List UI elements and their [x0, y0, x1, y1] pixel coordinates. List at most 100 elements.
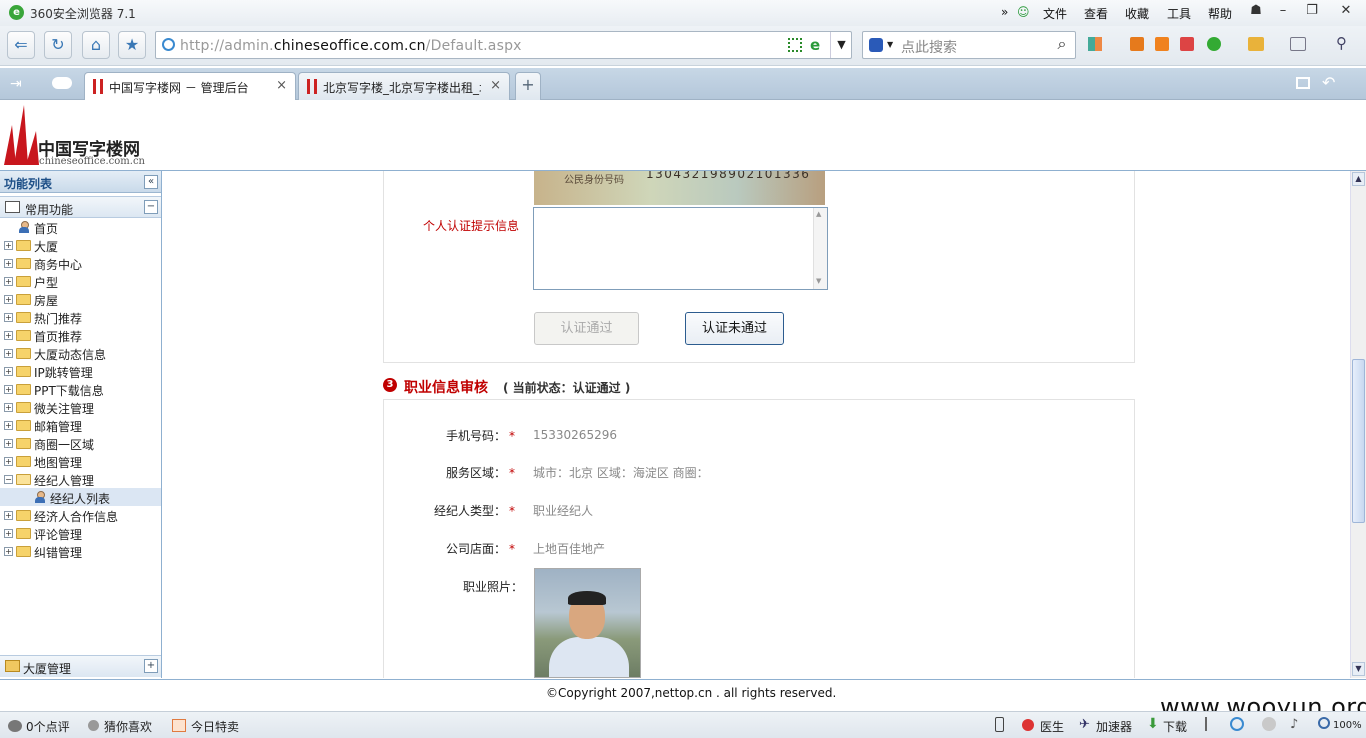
- zoom-level[interactable]: 100%: [1333, 720, 1362, 731]
- scrollbar-thumb[interactable]: [1352, 359, 1365, 523]
- sidebar-item-home-recommend[interactable]: + 首页推荐: [0, 326, 161, 344]
- hd-icon[interactable]: [1262, 717, 1276, 731]
- cloud-sync-icon[interactable]: [52, 77, 72, 89]
- address-bar[interactable]: http://admin.chineseoffice.com.cn/Defaul…: [155, 31, 852, 59]
- expand-icon[interactable]: +: [4, 349, 13, 358]
- sidebar-group-building-manage[interactable]: 大厦管理 +: [0, 655, 161, 677]
- sidebar-item-comments[interactable]: + 评论管理: [0, 524, 161, 542]
- expand-icon[interactable]: +: [4, 529, 13, 538]
- expand-icon[interactable]: +: [4, 277, 13, 286]
- tab-list-icon[interactable]: [1296, 77, 1310, 89]
- home-icon[interactable]: ⌂: [82, 31, 110, 59]
- mail-icon[interactable]: [1180, 37, 1194, 51]
- expand-icon[interactable]: +: [4, 259, 13, 268]
- expand-group-icon[interactable]: +: [144, 659, 158, 673]
- expand-icon[interactable]: +: [4, 241, 13, 250]
- sidebar-item-hot-recommend[interactable]: + 热门推荐: [0, 308, 161, 326]
- url-text[interactable]: http://admin.chineseoffice.com.cn/Defaul…: [180, 38, 522, 54]
- sidebar-group-common[interactable]: 常用功能 −: [0, 196, 161, 218]
- favorite-star-icon[interactable]: ★: [118, 31, 146, 59]
- sidebar-item-building-news[interactable]: + 大厦动态信息: [0, 344, 161, 362]
- expand-icon[interactable]: +: [4, 313, 13, 322]
- close-window-button[interactable]: ✕: [1331, 0, 1361, 22]
- close-tab-icon[interactable]: ×: [490, 78, 501, 93]
- collapse-icon[interactable]: −: [4, 475, 13, 484]
- tab-admin[interactable]: 中国写字楼网 － 管理后台 ×: [84, 72, 296, 100]
- zoom-icon[interactable]: [1318, 717, 1330, 729]
- textarea-scrollbar[interactable]: ▲ ▼: [813, 208, 827, 289]
- sidebar-toggle-icon[interactable]: ⇥: [10, 76, 22, 92]
- sidebar-item-house[interactable]: + 房屋: [0, 290, 161, 308]
- sidebar-item-layout[interactable]: + 户型: [0, 272, 161, 290]
- apps-icon[interactable]: [1088, 37, 1102, 51]
- scroll-up-icon[interactable]: ▲: [1352, 172, 1365, 186]
- minimize-button[interactable]: –: [1268, 0, 1298, 22]
- volume-icon[interactable]: ♪: [1290, 717, 1298, 732]
- skin-icon[interactable]: ☗: [1241, 0, 1271, 22]
- page-scrollbar[interactable]: ▲ ▼: [1350, 171, 1366, 678]
- magnifier-tool-icon[interactable]: ⚲: [1336, 34, 1347, 52]
- sidebar-item-map[interactable]: + 地图管理: [0, 452, 161, 470]
- search-box[interactable]: ▼ 点此搜索: [862, 31, 1076, 59]
- expand-icon[interactable]: +: [4, 367, 13, 376]
- menu-favorites[interactable]: 收藏: [1125, 5, 1149, 22]
- collapse-group-icon[interactable]: −: [144, 200, 158, 214]
- chevron-down-icon[interactable]: ▼: [830, 32, 852, 58]
- user-icon[interactable]: ☺: [1017, 5, 1030, 19]
- restore-button[interactable]: ❐: [1297, 0, 1327, 22]
- menu-view[interactable]: 查看: [1084, 5, 1108, 22]
- flag-icon[interactable]: [1205, 717, 1217, 731]
- sidebar-item-agent-manage[interactable]: − 经纪人管理: [0, 470, 161, 488]
- expand-icon[interactable]: +: [4, 547, 13, 556]
- sidebar-item-agent-list[interactable]: 经纪人列表: [0, 488, 161, 506]
- verify-fail-button[interactable]: 认证未通过: [685, 312, 784, 345]
- cloud-icon[interactable]: [1248, 37, 1264, 51]
- ie-icon[interactable]: [1230, 717, 1244, 731]
- expand-icon[interactable]: +: [4, 403, 13, 412]
- sidebar-item-mailbox[interactable]: + 邮箱管理: [0, 416, 161, 434]
- tab-beijing-office[interactable]: 北京写字楼_北京写字楼出租_北 ×: [298, 72, 510, 100]
- personal-hint-textarea[interactable]: [533, 207, 828, 290]
- scroll-down-icon[interactable]: ▼: [816, 277, 821, 285]
- sidebar-item-district[interactable]: + 商圈一区域: [0, 434, 161, 452]
- expand-icon[interactable]: +: [4, 331, 13, 340]
- menu-file[interactable]: 文件: [1043, 5, 1067, 22]
- sidebar-item-wechat[interactable]: + 微关注管理: [0, 398, 161, 416]
- chevron-down-icon[interactable]: ▼: [887, 40, 893, 49]
- refresh-icon[interactable]: ↻: [44, 31, 72, 59]
- phone-icon[interactable]: [995, 717, 1004, 732]
- status-guess-like[interactable]: 猜你喜欢: [104, 718, 152, 735]
- translate-icon[interactable]: [1130, 37, 1144, 51]
- status-doctor[interactable]: 医生: [1040, 718, 1064, 735]
- status-download[interactable]: 下载: [1163, 718, 1187, 735]
- sidebar-item-ppt-download[interactable]: + PPT下载信息: [0, 380, 161, 398]
- expand-icon[interactable]: +: [4, 421, 13, 430]
- sidebar-item-corrections[interactable]: + 纠错管理: [0, 542, 161, 560]
- sidebar-item-business-center[interactable]: + 商务中心: [0, 254, 161, 272]
- scroll-up-icon[interactable]: ▲: [816, 210, 821, 218]
- sidebar-item-building[interactable]: + 大厦: [0, 236, 161, 254]
- flight-icon[interactable]: [1155, 37, 1169, 51]
- qrcode-icon[interactable]: [788, 38, 802, 52]
- ie-mode-icon[interactable]: e: [810, 36, 820, 54]
- expand-icon[interactable]: +: [4, 385, 13, 394]
- new-tab-button[interactable]: +: [515, 72, 541, 100]
- undo-close-icon[interactable]: ↶: [1322, 73, 1335, 92]
- verify-pass-button[interactable]: 认证通过: [534, 312, 639, 345]
- status-comments[interactable]: 0个点评: [26, 718, 70, 735]
- sidebar-item-agent-cooperation[interactable]: + 经济人合作信息: [0, 506, 161, 524]
- more-chevron-icon[interactable]: »: [1001, 5, 1008, 19]
- scroll-down-icon[interactable]: ▼: [1352, 662, 1365, 676]
- expand-icon[interactable]: +: [4, 439, 13, 448]
- expand-icon[interactable]: +: [4, 457, 13, 466]
- search-icon[interactable]: ⌕: [1048, 31, 1076, 59]
- back-arrow-icon[interactable]: ⇐: [7, 31, 35, 59]
- status-daily-sale[interactable]: 今日特卖: [191, 718, 239, 735]
- expand-icon[interactable]: +: [4, 511, 13, 520]
- menu-tools[interactable]: 工具: [1167, 5, 1191, 22]
- screenshot-icon[interactable]: [1290, 37, 1306, 51]
- search-engine-icon[interactable]: [869, 38, 883, 52]
- sidebar-item-ip-redirect[interactable]: + IP跳转管理: [0, 362, 161, 380]
- menu-help[interactable]: 帮助: [1208, 5, 1232, 22]
- status-accelerator[interactable]: 加速器: [1096, 718, 1132, 735]
